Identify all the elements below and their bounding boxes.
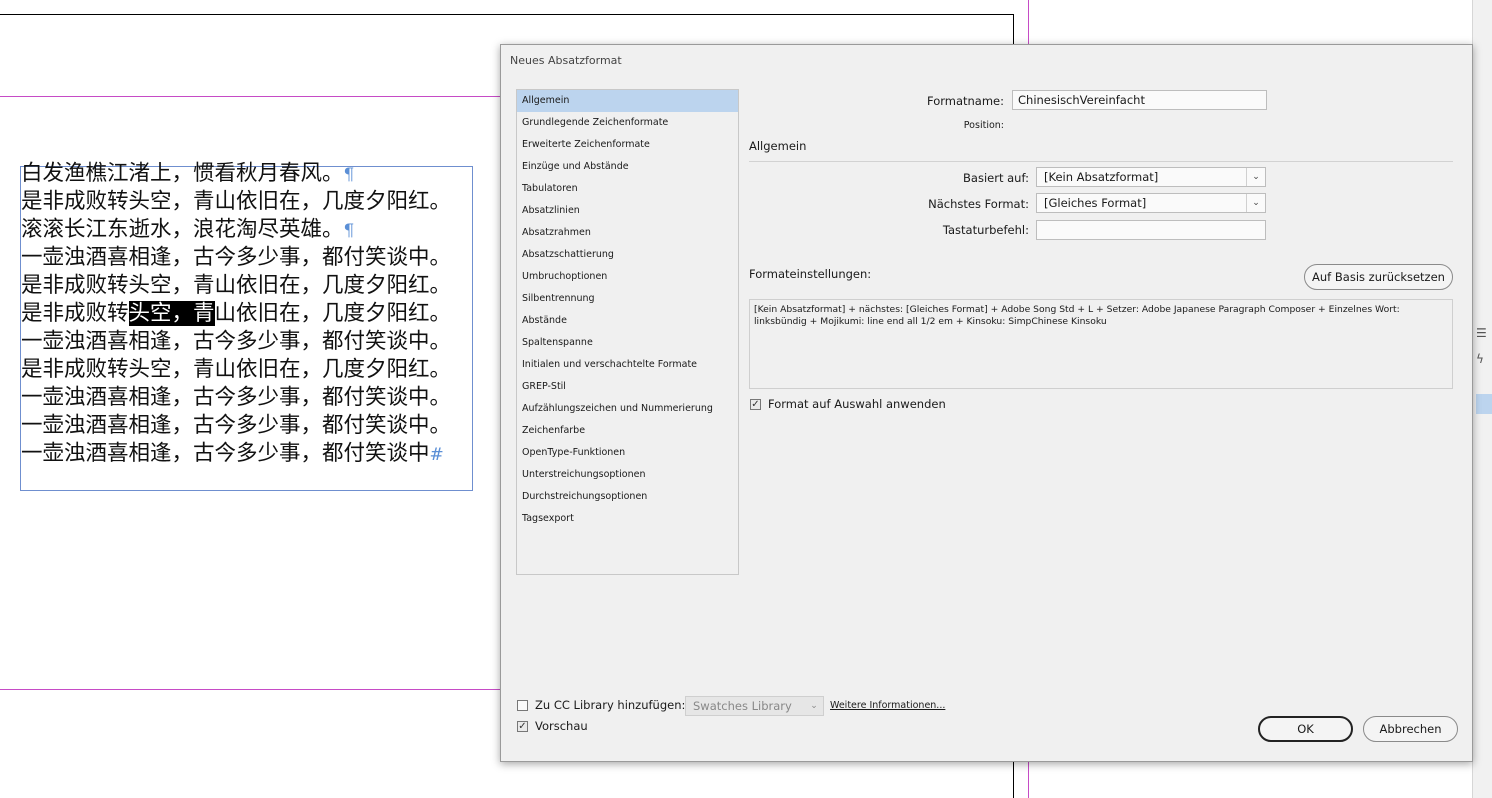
text-run: 白发渔樵江渚上，惯看秋月春风。 [21, 161, 344, 186]
category-item[interactable]: Einzüge und Abstände [517, 156, 738, 178]
category-item[interactable]: Absatzlinien [517, 200, 738, 222]
text-run: 山依旧在，几度夕阳红。 [214, 301, 452, 326]
cc-library-value: Swatches Library [693, 699, 792, 713]
text-run: 是非成败转头空，青山依旧在，几度夕阳红。 [21, 273, 452, 298]
next-format-label: Nächstes Format: [928, 197, 1029, 211]
text-run: 一壶浊酒喜相逢，古今多少事，都付笑谈中。 [21, 245, 452, 270]
text-line[interactable]: 一壶浊酒喜相逢，古今多少事，都付笑谈中。 [21, 412, 481, 440]
format-settings-text: [Kein Absatzformat] + nächstes: [Gleiche… [749, 299, 1453, 389]
apply-to-selection-checkbox[interactable]: ✓ [750, 398, 761, 410]
category-item[interactable]: Silbentrennung [517, 288, 738, 310]
category-item[interactable]: Initialen und verschachtelte Formate [517, 354, 738, 376]
text-line[interactable]: 是非成败转头空，青山依旧在，几度夕阳红。 [21, 356, 481, 384]
based-on-label: Basiert auf: [963, 171, 1029, 185]
category-item[interactable]: GREP-Stil [517, 376, 738, 398]
preview-row[interactable]: ✓ Vorschau [517, 719, 588, 733]
position-label: Position: [963, 120, 1004, 131]
section-divider [749, 161, 1453, 162]
lightning-icon[interactable]: ϟ [1476, 352, 1490, 366]
text-line[interactable]: 一壶浊酒喜相逢，古今多少事，都付笑谈中。 [21, 328, 481, 356]
category-item[interactable]: Allgemein [517, 90, 738, 112]
apply-to-selection-label: Format auf Auswahl anwenden [768, 397, 946, 411]
text-frame-content[interactable]: 白发渔樵江渚上，惯看秋月春风。¶ 是非成败转头空，青山依旧在，几度夕阳红。 滚滚长江… [21, 160, 481, 468]
text-run: 一壶浊酒喜相逢，古今多少事，都付笑谈中 [21, 441, 430, 466]
category-item[interactable]: Absatzrahmen [517, 222, 738, 244]
cc-library-checkbox[interactable] [517, 699, 528, 711]
cancel-button[interactable]: Abbrechen [1363, 716, 1458, 742]
format-name-label: Formatname: [926, 94, 1004, 108]
cc-library-label: Zu CC Library hinzufügen: [535, 698, 686, 712]
ok-button[interactable]: OK [1258, 716, 1353, 742]
category-item[interactable]: Erweiterte Zeichenformate [517, 134, 738, 156]
next-format-value: [Gleiches Format] [1044, 196, 1147, 210]
panel-menu-icon[interactable]: ☰ [1476, 326, 1490, 340]
text-run: 一壶浊酒喜相逢，古今多少事，都付笑谈中。 [21, 413, 452, 438]
shortcut-input[interactable] [1036, 220, 1266, 240]
more-info-link[interactable]: Weitere Informationen... [830, 700, 945, 711]
category-item[interactable]: Unterstreichungsoptionen [517, 464, 738, 486]
text-line[interactable]: 滚滚长江东逝水，浪花淘尽英雄。¶ [21, 216, 481, 244]
section-general-heading: Allgemein [749, 139, 807, 153]
chevron-down-icon: ⌄ [810, 701, 818, 711]
category-item[interactable]: Absatzschattierung [517, 244, 738, 266]
format-settings-label: Formateinstellungen: [749, 267, 872, 281]
text-line[interactable]: 白发渔樵江渚上，惯看秋月春风。¶ [21, 160, 481, 188]
page-top-edge [0, 14, 1014, 15]
category-item[interactable]: Grundlegende Zeichenformate [517, 112, 738, 134]
panel-selected-row[interactable] [1476, 394, 1492, 414]
category-item[interactable]: Tabulatoren [517, 178, 738, 200]
hidden-character-mark: ¶ [343, 221, 355, 241]
selected-text[interactable]: 头空，青 [128, 301, 215, 326]
category-item[interactable]: Umbruchoptionen [517, 266, 738, 288]
text-run: 滚滚长江东逝水，浪花淘尽英雄。 [21, 217, 344, 242]
category-item[interactable]: Tagsexport [517, 508, 738, 530]
text-run: 是非成败转 [21, 301, 129, 326]
text-line[interactable]: 是非成败转头空，青山依旧在，几度夕阳红。 [21, 188, 481, 216]
based-on-select[interactable]: [Kein Absatzformat] ⌄ [1036, 167, 1266, 187]
category-item[interactable]: Spaltenspanne [517, 332, 738, 354]
text-line[interactable]: 一壶浊酒喜相逢，古今多少事，都付笑谈中。 [21, 384, 481, 412]
reset-to-base-button[interactable]: Auf Basis zurücksetzen [1304, 264, 1453, 290]
text-line[interactable]: 一壶浊酒喜相逢，古今多少事，都付笑谈中。 [21, 244, 481, 272]
category-item[interactable]: OpenType-Funktionen [517, 442, 738, 464]
dialog-title: Neues Absatzformat [510, 54, 622, 67]
category-item[interactable]: Zeichenfarbe [517, 420, 738, 442]
category-item[interactable]: Durchstreichungsoptionen [517, 486, 738, 508]
chevron-down-icon: ⌄ [1246, 168, 1265, 186]
text-run: 是非成败转头空，青山依旧在，几度夕阳红。 [21, 189, 452, 214]
format-name-input[interactable] [1012, 90, 1267, 110]
text-line[interactable]: 一壶浊酒喜相逢，古今多少事，都付笑谈中# [21, 440, 481, 468]
next-format-select[interactable]: [Gleiches Format] ⌄ [1036, 193, 1266, 213]
based-on-value: [Kein Absatzformat] [1044, 170, 1159, 184]
shortcut-label: Tastaturbefehl: [942, 223, 1029, 237]
new-paragraph-style-dialog: Neues Absatzformat Allgemein Grundlegende… [500, 44, 1473, 762]
hidden-character-mark: ¶ [343, 165, 355, 185]
cc-library-row[interactable]: Zu CC Library hinzufügen: [517, 698, 685, 712]
chevron-down-icon: ⌄ [1246, 194, 1265, 212]
text-run: 是非成败转头空，青山依旧在，几度夕阳红。 [21, 357, 452, 382]
hidden-character-mark: # [429, 445, 444, 465]
preview-checkbox[interactable]: ✓ [517, 720, 528, 732]
text-line[interactable]: 是非成败转头空，青山依旧在，几度夕阳红。 [21, 300, 481, 328]
category-item[interactable]: Aufzählungszeichen und Nummerierung [517, 398, 738, 420]
category-list: Allgemein Grundlegende Zeichenformate Erwe… [516, 89, 739, 575]
apply-to-selection-row[interactable]: ✓ Format auf Auswahl anwenden [750, 397, 946, 411]
category-item[interactable]: Abstände [517, 310, 738, 332]
text-line[interactable]: 是非成败转头空，青山依旧在，几度夕阳红。 [21, 272, 481, 300]
preview-label: Vorschau [535, 719, 588, 733]
text-run: 一壶浊酒喜相逢，古今多少事，都付笑谈中。 [21, 329, 452, 354]
cc-library-select[interactable]: Swatches Library ⌄ [685, 696, 824, 716]
text-run: 一壶浊酒喜相逢，古今多少事，都付笑谈中。 [21, 385, 452, 410]
